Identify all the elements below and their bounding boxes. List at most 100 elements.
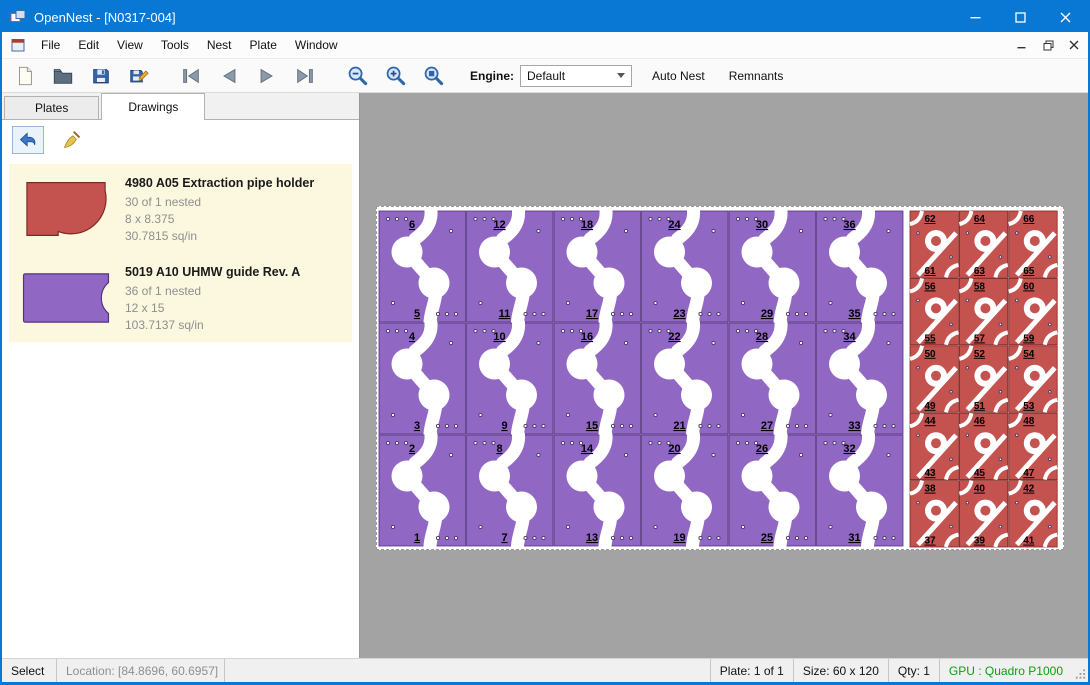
sidebar-tabs: Plates Drawings	[2, 93, 359, 120]
drawing-nested-count: 36 of 1 nested	[125, 283, 300, 300]
status-bar: Select Location: [84.8696, 60.6957] Plat…	[2, 658, 1088, 682]
nested-part-pair[interactable]: 3231	[817, 435, 904, 546]
app-window: OpenNest - [N0317-004] File Edit View To…	[0, 0, 1090, 685]
nav-next-button[interactable]	[252, 62, 282, 90]
nested-part-pair[interactable]: 6059	[1009, 278, 1057, 344]
new-file-button[interactable]	[10, 62, 40, 90]
mdi-close-button[interactable]	[1066, 37, 1082, 53]
part-number-label: 57	[974, 333, 986, 344]
part-number-label: 19	[673, 532, 685, 544]
zoom-out-button[interactable]	[342, 62, 372, 90]
nested-part-pair[interactable]: 4443	[910, 413, 958, 479]
auto-nest-button[interactable]: Auto Nest	[648, 66, 709, 86]
content-area: Plates Drawings	[2, 93, 1088, 658]
nested-part-pair[interactable]: 5655	[910, 278, 958, 344]
status-size: Size: 60 x 120	[793, 659, 888, 682]
zoom-fit-icon	[422, 64, 445, 87]
nested-part-pair[interactable]: 1211	[467, 211, 554, 322]
menu-item-plate[interactable]: Plate	[241, 32, 286, 58]
prev-arrow-icon	[218, 65, 240, 87]
nested-part-pair[interactable]: 6665	[1009, 211, 1057, 277]
part-number-label: 65	[1023, 266, 1035, 277]
nested-part-pair[interactable]: 4241	[1009, 481, 1057, 547]
nested-part-pair[interactable]: 43	[379, 323, 466, 434]
tab-plates[interactable]: Plates	[4, 96, 99, 119]
menu-item-nest[interactable]: Nest	[198, 32, 241, 58]
part-number-label: 24	[668, 219, 681, 231]
new-file-icon	[14, 65, 36, 87]
nested-part-pair[interactable]: 2221	[642, 323, 729, 434]
part-number-label: 32	[843, 443, 855, 455]
nested-part-pair[interactable]: 1413	[554, 435, 641, 546]
nested-part-pair[interactable]: 1817	[554, 211, 641, 322]
status-plate: Plate: 1 of 1	[710, 659, 793, 682]
menu-item-tools[interactable]: Tools	[152, 32, 198, 58]
nested-part-pair[interactable]: 2625	[729, 435, 816, 546]
nested-part-pair[interactable]: 6261	[910, 211, 958, 277]
nested-part-pair[interactable]: 21	[379, 435, 466, 546]
part-number-label: 27	[761, 420, 773, 432]
drawings-toolbar	[2, 120, 359, 160]
nested-part-pair[interactable]: 2827	[729, 323, 816, 434]
nav-last-button[interactable]	[290, 62, 320, 90]
part-number-label: 6	[409, 219, 415, 231]
nested-part-pair[interactable]: 5049	[910, 346, 958, 412]
remnants-button[interactable]: Remnants	[725, 66, 788, 86]
save-button[interactable]	[86, 62, 116, 90]
menu-item-edit[interactable]: Edit	[69, 32, 108, 58]
maximize-icon	[1015, 12, 1026, 23]
mdi-minimize-button[interactable]	[1014, 37, 1030, 53]
nested-part-pair[interactable]: 4645	[959, 413, 1007, 479]
engine-select[interactable]: Default	[520, 65, 632, 87]
menu-item-window[interactable]: Window	[286, 32, 347, 58]
part-number-label: 63	[974, 266, 986, 277]
broom-button[interactable]	[56, 126, 88, 154]
last-page-icon	[294, 65, 316, 87]
close-button[interactable]	[1043, 2, 1088, 32]
part-number-label: 23	[673, 308, 685, 320]
part-number-label: 53	[1023, 401, 1035, 412]
save-as-button[interactable]	[124, 62, 154, 90]
minimize-icon	[970, 12, 981, 23]
open-file-button[interactable]	[48, 62, 78, 90]
nested-part-pair[interactable]: 3837	[910, 481, 958, 547]
window-title: OpenNest - [N0317-004]	[34, 10, 176, 25]
tab-drawings[interactable]: Drawings	[101, 93, 205, 120]
mdi-restore-button[interactable]	[1040, 37, 1056, 53]
nested-part-pair[interactable]: 87	[467, 435, 554, 546]
nav-first-button[interactable]	[176, 62, 206, 90]
list-item[interactable]: 4980 A05 Extraction pipe holder 30 of 1 …	[9, 164, 352, 253]
nested-part-pair[interactable]: 2019	[642, 435, 729, 546]
floppy-icon	[90, 65, 112, 87]
nested-part-pair[interactable]: 65	[379, 211, 466, 322]
left-arrow-button[interactable]	[12, 126, 44, 154]
resize-grip[interactable]	[1072, 659, 1088, 682]
nested-part-pair[interactable]: 3433	[817, 323, 904, 434]
nav-prev-button[interactable]	[214, 62, 244, 90]
nested-part-pair[interactable]: 3635	[817, 211, 904, 322]
nested-part-pair[interactable]: 5453	[1009, 346, 1057, 412]
list-item[interactable]: 5019 A10 UHMW guide Rev. A 36 of 1 neste…	[9, 253, 352, 342]
nested-part-pair[interactable]: 5251	[959, 346, 1007, 412]
mdi-minimize-icon	[1017, 40, 1027, 50]
nested-part-pair[interactable]: 24 23	[642, 211, 729, 322]
part-number-label: 55	[924, 333, 936, 344]
menu-item-file[interactable]: File	[32, 32, 69, 58]
nested-part-pair[interactable]: 6463	[959, 211, 1007, 277]
engine-value: Default	[521, 69, 617, 83]
plate[interactable]: 6512111817242330293635431091615222128273…	[376, 206, 1064, 550]
zoom-in-button[interactable]	[380, 62, 410, 90]
nest-drawing[interactable]: 6512111817242330293635431091615222128273…	[377, 207, 1063, 549]
nested-part-pair[interactable]: 109	[467, 323, 554, 434]
minimize-button[interactable]	[953, 2, 998, 32]
menu-item-view[interactable]: View	[108, 32, 152, 58]
nested-part-pair[interactable]: 3029	[729, 211, 816, 322]
nested-part-pair[interactable]: 1615	[554, 323, 641, 434]
nested-part-pair[interactable]: 5857	[959, 278, 1007, 344]
zoom-fit-button[interactable]	[418, 62, 448, 90]
part-number-label: 61	[924, 266, 936, 277]
nested-part-pair[interactable]: 4847	[1009, 413, 1057, 479]
maximize-button[interactable]	[998, 2, 1043, 32]
nest-canvas[interactable]: 6512111817242330293635431091615222128273…	[360, 93, 1088, 658]
nested-part-pair[interactable]: 4039	[959, 481, 1007, 547]
